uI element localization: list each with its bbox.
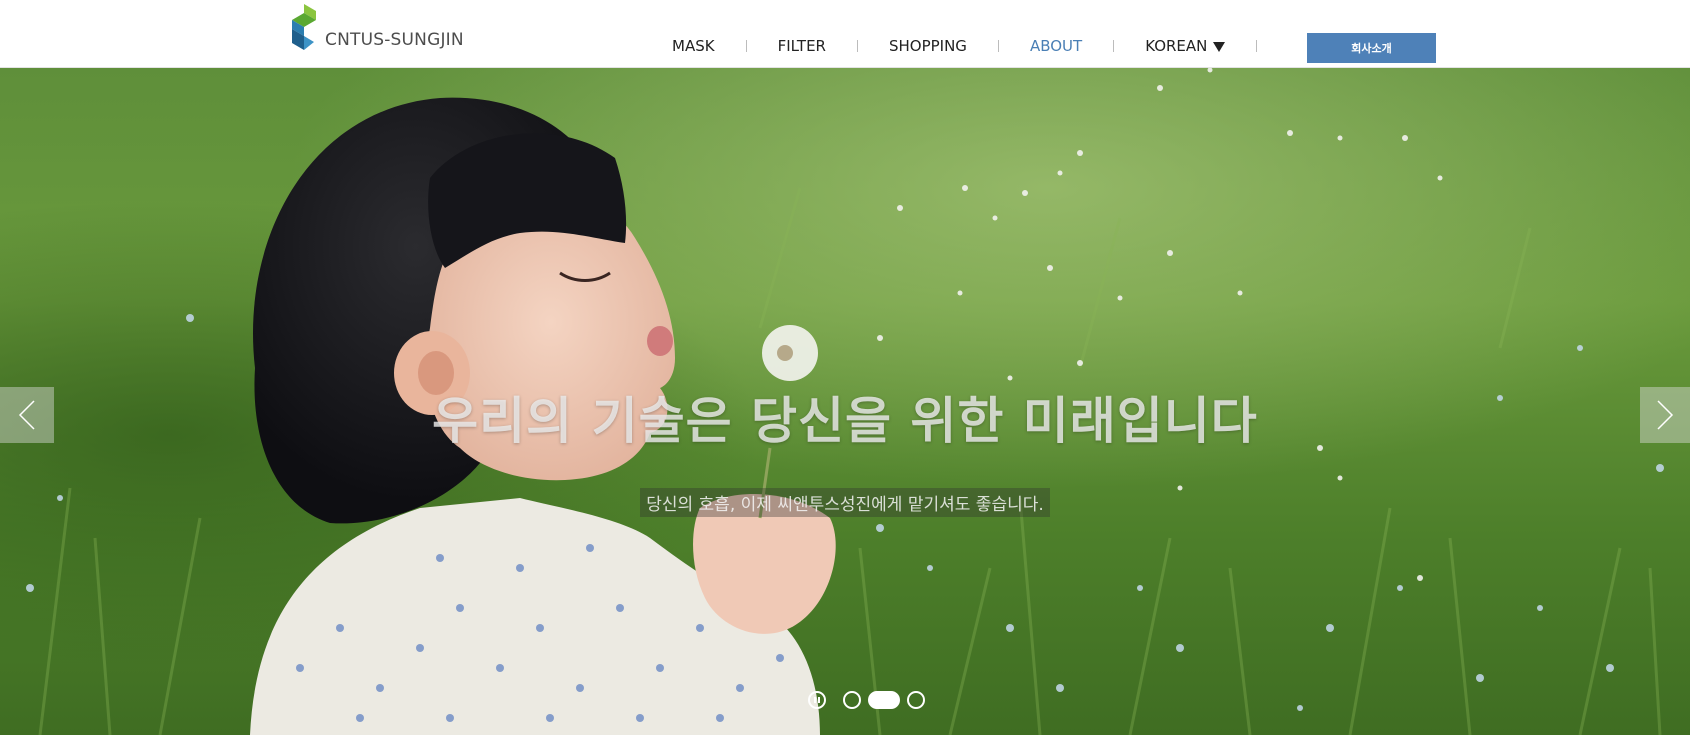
nav-divider [997,40,999,52]
slider-next-button[interactable] [1640,387,1690,443]
main-nav: MASK FILTER SHOPPING ABOUT KOREAN [672,30,1288,62]
site-header: CNTUS-SUNGJIN MASK FILTER SHOPPING ABOUT… [0,0,1690,68]
slider-controls [808,689,932,711]
language-selector[interactable]: KOREAN [1145,37,1226,55]
nav-item-about[interactable]: ABOUT [1030,37,1082,55]
nav-divider [1113,40,1115,52]
logo[interactable]: CNTUS-SUNGJIN [284,4,464,52]
nav-divider [856,40,858,52]
caret-down-icon [1213,41,1226,52]
slider-dot-1[interactable] [843,691,861,709]
language-selector-label: KOREAN [1145,37,1208,55]
chevron-right-icon [1657,400,1674,430]
hero-title: 우리의 기술은 당신을 위한 미래입니다 [432,392,1258,450]
logo-text: CNTUS-SUNGJIN [325,30,464,50]
pause-icon[interactable] [808,691,826,709]
hero-slider: 우리의 기술은 당신을 위한 미래입니다 당신의 호흡, 이제 씨앤투스성진에게… [0,68,1690,735]
company-intro-button[interactable]: 회사소개 [1307,33,1436,63]
hero-subtitle: 당신의 호흡, 이제 씨앤투스성진에게 맡기셔도 좋습니다. [640,488,1050,517]
hero-subtitle-wrap: 당신의 호흡, 이제 씨앤투스성진에게 맡기셔도 좋습니다. [0,488,1690,517]
nav-divider [1256,40,1258,52]
nav-item-shopping[interactable]: SHOPPING [889,37,967,55]
logo-mark-icon [292,4,316,50]
slider-dot-2[interactable] [868,691,900,709]
nav-item-filter[interactable]: FILTER [778,37,826,55]
slider-dot-3[interactable] [907,691,925,709]
nav-item-mask[interactable]: MASK [672,37,715,55]
nav-divider [745,40,747,52]
slider-prev-button[interactable] [0,387,54,443]
chevron-left-icon [18,400,35,430]
